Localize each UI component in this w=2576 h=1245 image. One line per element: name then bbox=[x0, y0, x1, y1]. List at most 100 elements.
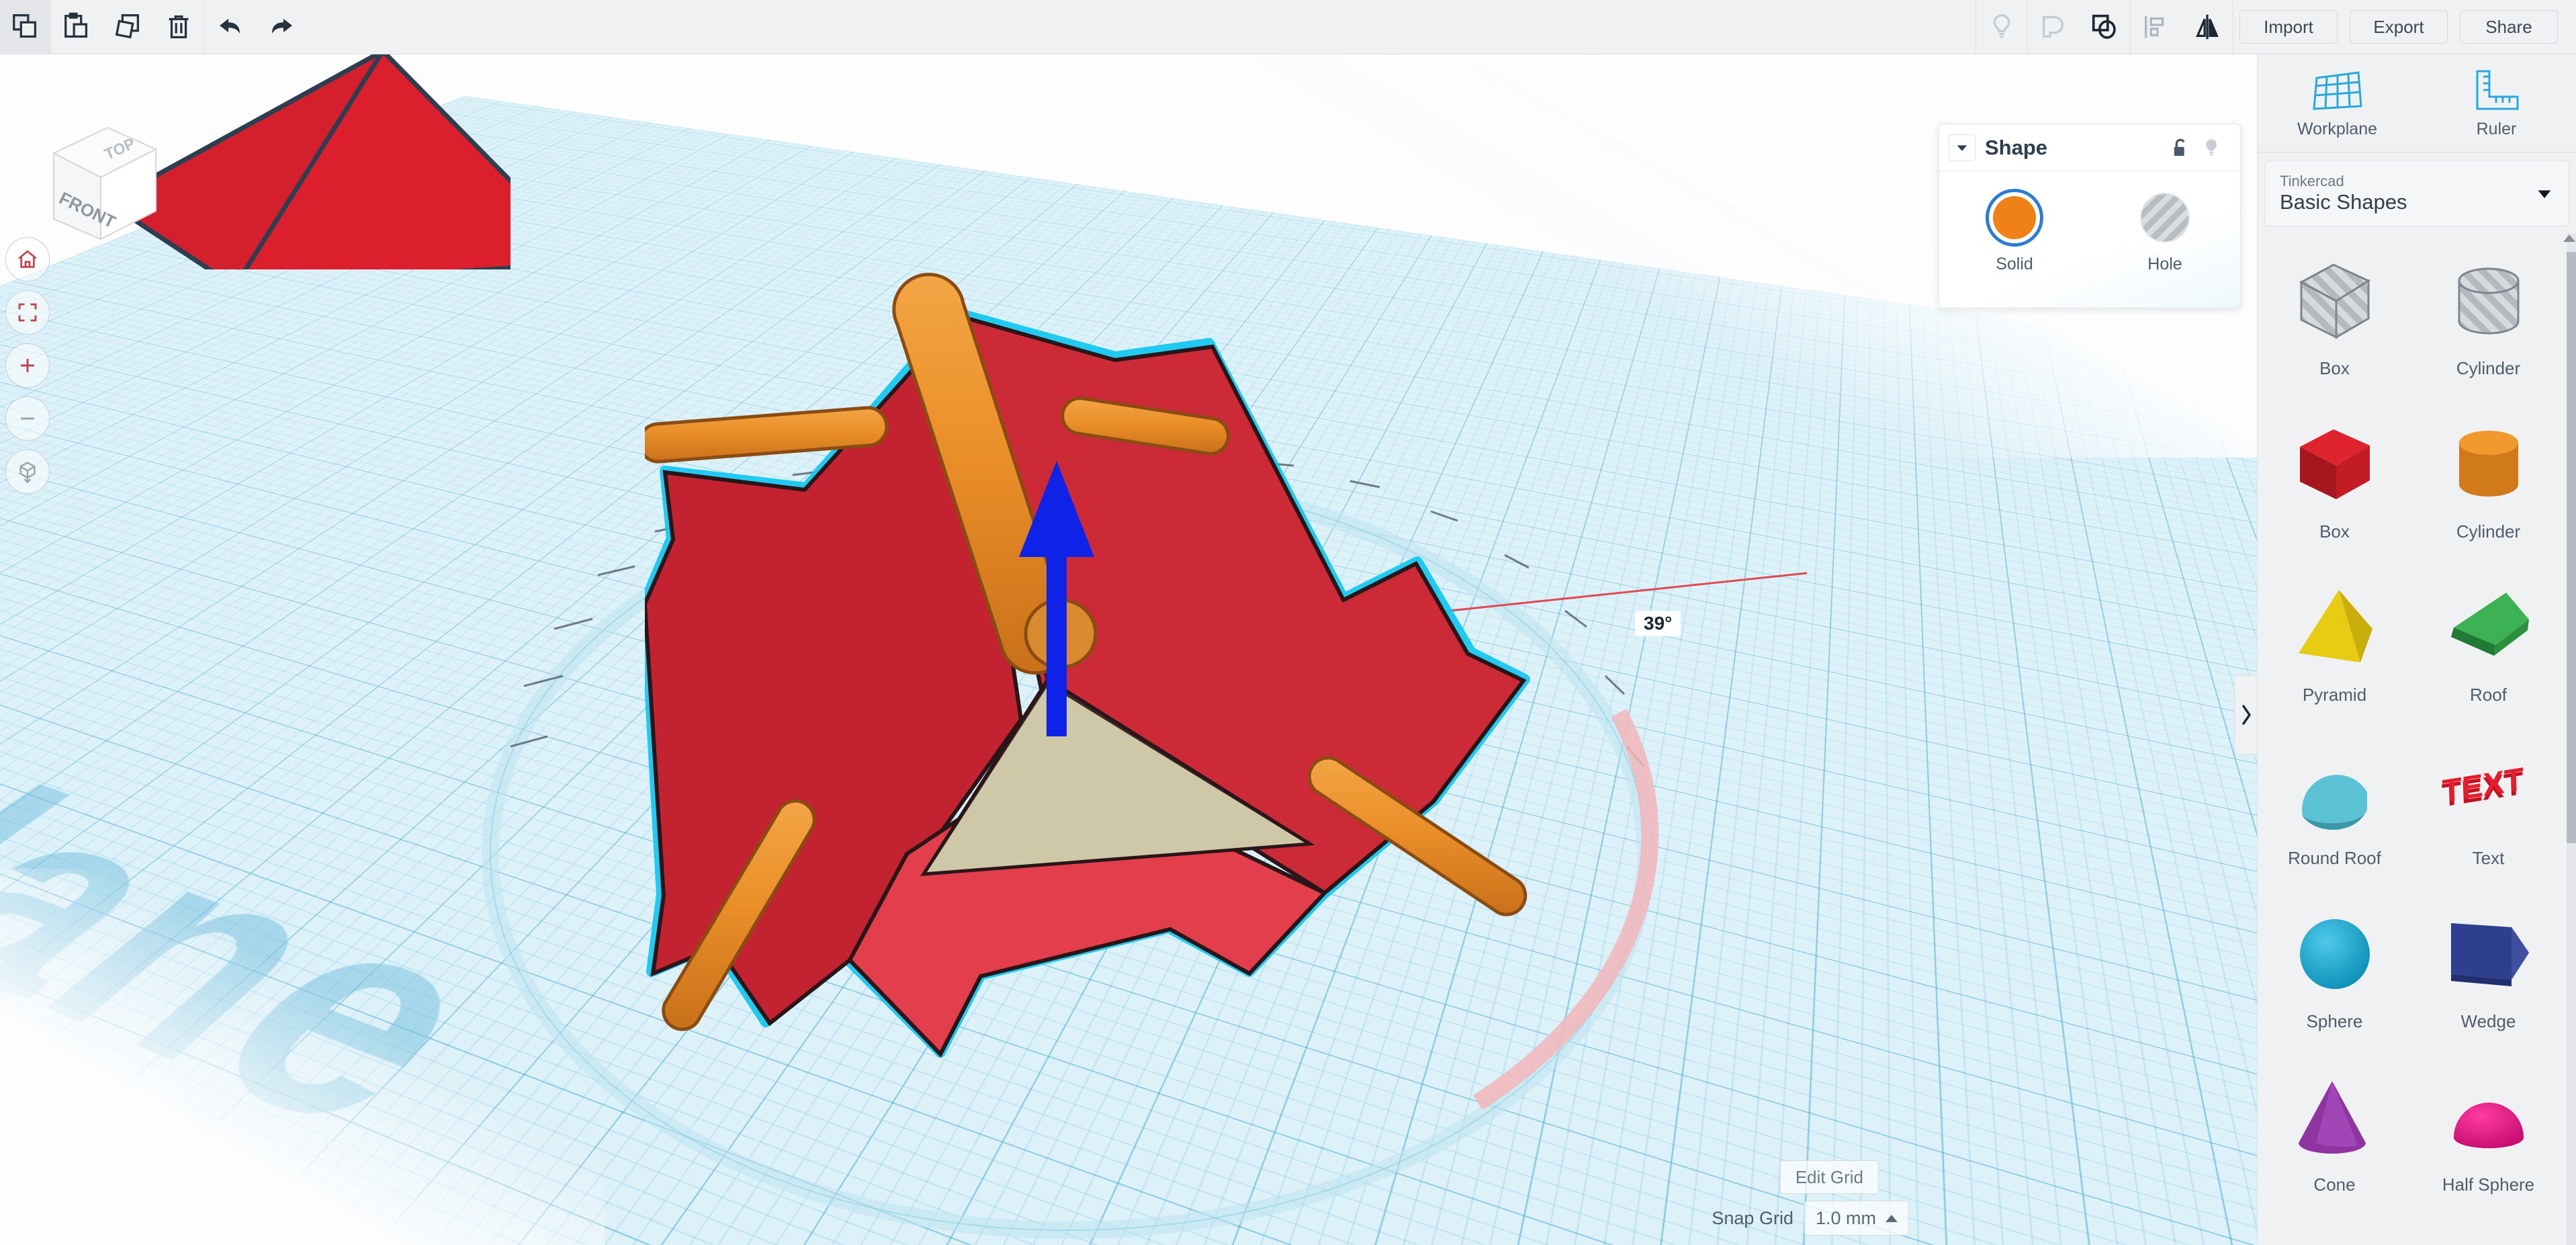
mirror-button[interactable] bbox=[2182, 0, 2233, 54]
hole-pattern-circle bbox=[2140, 193, 2190, 243]
edit-grid-button[interactable]: Edit Grid bbox=[1779, 1160, 1879, 1194]
shape-panel-collapse-button[interactable] bbox=[1949, 134, 1975, 161]
shape-item-cylinder-solid[interactable]: Cylinder bbox=[2411, 396, 2565, 560]
shape-item-partial-next-2[interactable] bbox=[2411, 1213, 2565, 1245]
undo-button[interactable] bbox=[205, 0, 256, 54]
material-option-hole[interactable]: Hole bbox=[2115, 189, 2215, 274]
shape-item-sphere[interactable]: Sphere bbox=[2258, 886, 2411, 1049]
ortho-perspective-button[interactable] bbox=[5, 449, 50, 494]
shape-library-category: Basic Shapes bbox=[2280, 189, 2407, 214]
zoom-in-button[interactable] bbox=[5, 343, 50, 388]
shape-item-label: Sphere bbox=[2306, 1011, 2363, 1031]
sidebar-collapse-handle[interactable] bbox=[2234, 675, 2257, 755]
sidebar-tool-ruler[interactable]: Ruler bbox=[2417, 54, 2576, 152]
3d-viewport[interactable]: Workplane 39° TOP FRONT Shape Solid Hole… bbox=[0, 54, 2257, 1245]
cone-thumb bbox=[2284, 1067, 2385, 1168]
selected-model[interactable] bbox=[645, 249, 1585, 1116]
shape-item-label: Box bbox=[2319, 358, 2350, 378]
pyramid-thumb bbox=[2284, 577, 2385, 678]
shape-item-label: Half Sphere bbox=[2442, 1174, 2535, 1195]
text-thumb: TEXT TEXT bbox=[2438, 740, 2539, 841]
shape-item-label: Wedge bbox=[2460, 1011, 2516, 1031]
zoom-out-button[interactable] bbox=[5, 396, 50, 441]
box-solid-thumb bbox=[2284, 414, 2385, 515]
sidebar-tool-ruler-label: Ruler bbox=[2476, 120, 2517, 138]
solid-color-circle bbox=[1993, 196, 2036, 239]
shape-item-text[interactable]: TEXT TEXT Text bbox=[2411, 723, 2565, 886]
hole-label: Hole bbox=[2147, 255, 2182, 273]
shape-panel-title: Shape bbox=[1985, 135, 2048, 159]
shape-item-label: Text bbox=[2472, 848, 2505, 868]
shape-item-half-sphere[interactable]: Half Sphere bbox=[2411, 1049, 2565, 1213]
chevron-down-icon bbox=[2538, 190, 2551, 198]
edit-tools-group bbox=[0, 0, 204, 54]
hole-swatch[interactable] bbox=[2136, 189, 2194, 247]
shape-item-box-solid[interactable]: Box bbox=[2258, 396, 2411, 560]
shape-item-round-roof[interactable]: Round Roof bbox=[2258, 723, 2411, 886]
shape-item-label: Roof bbox=[2470, 685, 2507, 705]
solid-swatch[interactable] bbox=[1986, 189, 2043, 247]
shape-inspector-panel: Shape Solid Hole bbox=[1939, 124, 2241, 308]
shape-item-label: Round Roof bbox=[2288, 848, 2381, 868]
notes-button[interactable] bbox=[1976, 0, 2027, 54]
shape-item-cylinder-hole[interactable]: Cylinder bbox=[2411, 233, 2565, 396]
shape-item-label: Cylinder bbox=[2456, 358, 2521, 378]
group-tools-group bbox=[2028, 0, 2130, 54]
shape-item-label: Pyramid bbox=[2302, 685, 2367, 705]
unlock-icon bbox=[2174, 138, 2185, 156]
shape-library-scroll-area[interactable]: Box Cylinder Box Cylinder Pyramid Roof R… bbox=[2258, 233, 2576, 1245]
ungroup-button[interactable] bbox=[2028, 0, 2079, 54]
shape-item-roof[interactable]: Roof bbox=[2411, 560, 2565, 723]
ruler-icon bbox=[2476, 70, 2518, 110]
sidebar-tool-workplane[interactable]: Workplane bbox=[2258, 54, 2417, 152]
move-up-arrow-handle[interactable] bbox=[1016, 458, 1097, 740]
lock-toggle-button[interactable] bbox=[2165, 132, 2196, 163]
shape-item-pyramid[interactable]: Pyramid bbox=[2258, 560, 2411, 723]
paste-button[interactable] bbox=[51, 0, 102, 54]
duplicate-button[interactable] bbox=[102, 0, 153, 54]
snap-grid-label: Snap Grid bbox=[1712, 1207, 1793, 1228]
cylinder-hole-thumb bbox=[2438, 251, 2539, 351]
scroll-up-arrow-icon[interactable] bbox=[2563, 234, 2575, 242]
export-button[interactable]: Export bbox=[2350, 10, 2448, 44]
share-button[interactable]: Share bbox=[2460, 10, 2558, 44]
right-sidebar: Workplane Ruler Tinkercad Basic Shapes B… bbox=[2257, 54, 2576, 1245]
import-button[interactable]: Import bbox=[2239, 10, 2338, 44]
shape-item-label: Cylinder bbox=[2456, 521, 2521, 542]
shape-library-grid: Box Cylinder Box Cylinder Pyramid Roof R… bbox=[2258, 233, 2576, 1245]
solid-label: Solid bbox=[1996, 255, 2033, 273]
shape-library-vendor: Tinkercad bbox=[2280, 172, 2344, 189]
highlight-toggle-button[interactable] bbox=[2196, 132, 2227, 163]
view-cube[interactable]: TOP FRONT bbox=[21, 105, 176, 259]
copy-button[interactable] bbox=[0, 0, 51, 54]
snap-grid-value: 1.0 mm bbox=[1815, 1207, 1876, 1228]
group-button[interactable] bbox=[2079, 0, 2130, 54]
box-hole-thumb bbox=[2284, 251, 2385, 351]
shape-item-cone[interactable]: Cone bbox=[2258, 1049, 2411, 1213]
actions-group: Import Export Share bbox=[2233, 0, 2564, 54]
shape-library-select-texts: Tinkercad Basic Shapes bbox=[2280, 173, 2535, 214]
shape-item-label: Cone bbox=[2313, 1174, 2356, 1195]
shape-item-box-hole[interactable]: Box bbox=[2258, 233, 2411, 396]
roof-thumb bbox=[2438, 577, 2539, 678]
sidebar-scrollbar-track[interactable] bbox=[2563, 233, 2576, 1245]
navigation-tools bbox=[5, 237, 50, 494]
shape-library-select[interactable]: Tinkercad Basic Shapes bbox=[2264, 161, 2569, 226]
sidebar-tool-row: Workplane Ruler bbox=[2258, 54, 2576, 153]
shape-item-partial-next[interactable] bbox=[2258, 1213, 2411, 1245]
sidebar-scrollbar-thumb[interactable] bbox=[2567, 252, 2576, 843]
fit-to-view-button[interactable] bbox=[5, 290, 50, 335]
round-roof-thumb bbox=[2284, 740, 2385, 841]
delete-button[interactable] bbox=[153, 0, 204, 54]
material-option-solid[interactable]: Solid bbox=[1964, 189, 2065, 274]
wedge-thumb bbox=[2438, 904, 2539, 1004]
lightbulb-icon bbox=[2206, 138, 2217, 156]
home-view-button[interactable] bbox=[5, 237, 50, 282]
align-button[interactable] bbox=[2131, 0, 2182, 54]
snap-grid-select[interactable]: 1.0 mm bbox=[1804, 1201, 1909, 1236]
redo-button[interactable] bbox=[256, 0, 307, 54]
chevron-down-icon bbox=[1957, 144, 1967, 151]
chevron-right-icon bbox=[2241, 705, 2251, 725]
shape-item-wedge[interactable]: Wedge bbox=[2411, 886, 2565, 1049]
